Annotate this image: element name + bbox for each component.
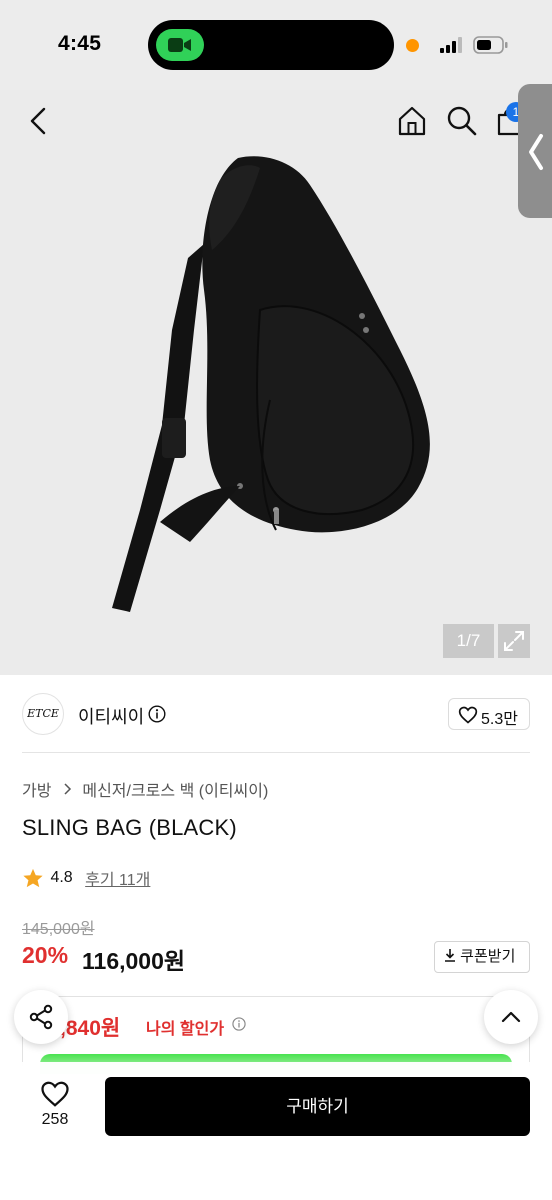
home-icon[interactable] xyxy=(396,105,428,137)
heart-icon[interactable] xyxy=(40,1080,70,1108)
fullscreen-button[interactable] xyxy=(498,624,530,658)
download-icon xyxy=(445,949,455,962)
coupon-button[interactable]: 쿠폰받기 xyxy=(434,941,530,973)
heart-icon xyxy=(458,706,478,724)
wishlist-count: 258 xyxy=(41,1111,69,1128)
chevron-left-icon xyxy=(529,134,543,170)
back-arrow-icon[interactable] xyxy=(26,106,52,136)
my-discount-label: 나의 할인가 xyxy=(146,1021,225,1038)
breadcrumb-category[interactable]: 가방 xyxy=(22,783,51,800)
share-icon xyxy=(29,1004,53,1030)
chevron-right-icon xyxy=(64,783,71,795)
product-title: SLING BAG (BLACK) xyxy=(22,815,237,840)
rating-row: 4.8 후기 11개 xyxy=(22,866,150,890)
expand-icon xyxy=(504,631,524,651)
like-count: 5.3만 xyxy=(481,711,518,728)
original-price: 145,000원 xyxy=(22,921,95,938)
search-icon[interactable] xyxy=(446,105,478,137)
info-icon[interactable] xyxy=(232,1017,246,1031)
brand-name[interactable]: 이티씨이 xyxy=(78,703,144,729)
breadcrumb-subcategory[interactable]: 메신저/크로스 백 (이티씨이) xyxy=(82,783,268,800)
cellular-signal-icon xyxy=(440,37,462,53)
star-icon xyxy=(23,868,43,888)
image-page-counter: 1/7 xyxy=(443,624,494,658)
dynamic-island xyxy=(148,20,394,70)
coupon-label: 쿠폰받기 xyxy=(460,948,516,965)
video-camera-icon xyxy=(168,38,191,52)
info-icon[interactable] xyxy=(148,705,166,723)
discount-rate: 20% xyxy=(22,942,69,968)
breadcrumb: 가방 메신저/크로스 백 (이티씨이) xyxy=(22,777,268,801)
scroll-top-button[interactable] xyxy=(484,990,538,1044)
divider xyxy=(22,752,530,753)
sale-price: 116,000원 xyxy=(82,948,186,974)
recording-dot-icon xyxy=(406,39,419,52)
review-count-link[interactable]: 후기 11개 xyxy=(85,872,150,889)
chevron-up-icon xyxy=(501,1011,521,1023)
rating-score: 4.8 xyxy=(50,869,73,886)
share-button[interactable] xyxy=(14,990,68,1044)
buy-button[interactable]: 구매하기 xyxy=(105,1077,530,1136)
my-discount-price: ,840원 xyxy=(60,1017,121,1040)
product-image xyxy=(112,156,430,612)
battery-icon xyxy=(473,36,508,54)
brand-logo[interactable]: ETCE xyxy=(22,693,64,735)
status-bar: 4:45 xyxy=(0,0,552,90)
side-drawer-handle[interactable] xyxy=(518,84,552,218)
brand-like-button[interactable]: 5.3만 xyxy=(448,698,530,730)
status-time: 4:45 xyxy=(58,32,102,55)
camera-indicator xyxy=(156,29,204,61)
